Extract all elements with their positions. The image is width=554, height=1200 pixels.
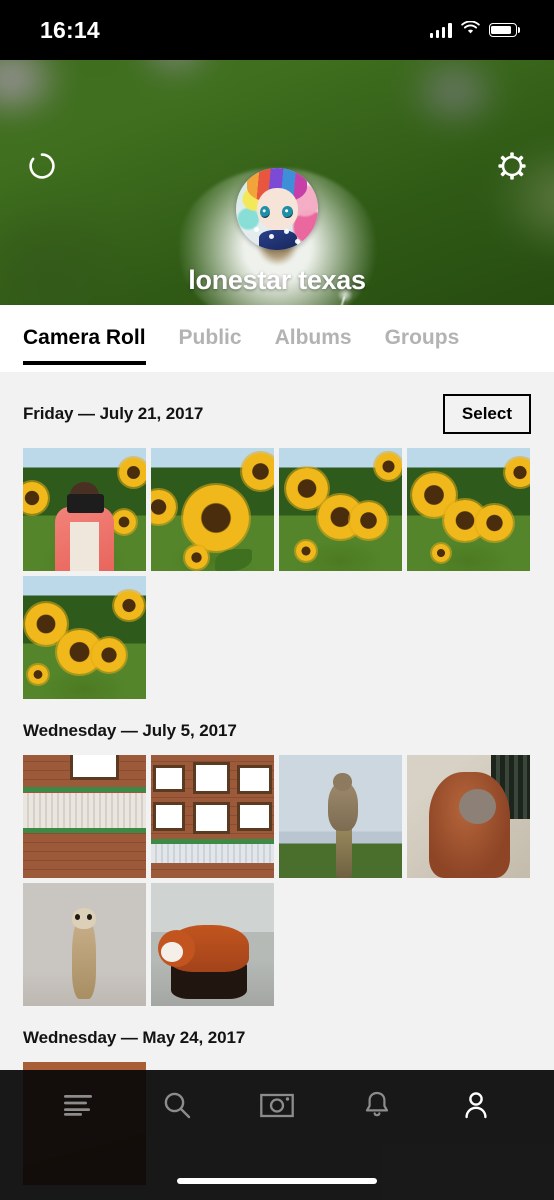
photo-thumbnail[interactable] bbox=[151, 883, 274, 1006]
date-label: Wednesday — May 24, 2017 bbox=[23, 1028, 246, 1047]
profile-icon[interactable] bbox=[452, 1083, 500, 1127]
search-icon[interactable] bbox=[153, 1083, 201, 1127]
date-section-header: Wednesday — July 5, 2017 bbox=[0, 699, 554, 755]
select-button[interactable]: Select bbox=[442, 394, 531, 434]
photo-thumbnail[interactable] bbox=[279, 448, 402, 571]
tab-camera-roll[interactable]: Camera Roll bbox=[23, 326, 146, 365]
photo-thumbnail[interactable] bbox=[23, 576, 146, 699]
photo-grid bbox=[0, 755, 554, 1006]
photo-thumbnail[interactable] bbox=[151, 448, 274, 571]
gear-icon[interactable] bbox=[492, 146, 532, 186]
date-label: Friday — July 21, 2017 bbox=[23, 404, 204, 423]
cellular-signal-icon bbox=[429, 22, 452, 38]
tab-bar: Camera Roll Public Albums Groups bbox=[0, 305, 554, 372]
battery-icon bbox=[488, 23, 520, 37]
status-bar-icons bbox=[429, 20, 520, 40]
tab-public[interactable]: Public bbox=[179, 326, 242, 352]
tab-albums[interactable]: Albums bbox=[275, 326, 352, 352]
date-label: Wednesday — July 5, 2017 bbox=[23, 721, 237, 740]
profile-header: lonestar texas 288 Followers—153 Followi… bbox=[0, 60, 554, 305]
photo-thumbnail[interactable] bbox=[407, 448, 530, 571]
photo-thumbnail[interactable] bbox=[151, 755, 274, 878]
refresh-circle-icon[interactable] bbox=[22, 146, 62, 186]
photo-thumbnail[interactable] bbox=[279, 755, 402, 878]
avatar[interactable] bbox=[236, 168, 318, 250]
avatar-image bbox=[236, 168, 318, 250]
photo-thumbnail[interactable] bbox=[407, 755, 530, 878]
camera-icon[interactable] bbox=[253, 1083, 301, 1127]
menu-icon[interactable] bbox=[54, 1083, 102, 1127]
status-bar-time: 16:14 bbox=[40, 16, 100, 43]
page-title: lonestar texas bbox=[188, 265, 366, 295]
photo-thumbnail[interactable] bbox=[23, 755, 146, 878]
photo-thumbnail[interactable] bbox=[23, 883, 146, 1006]
date-section-header: Friday — July 21, 2017 Select bbox=[0, 372, 554, 448]
wifi-icon bbox=[460, 20, 480, 40]
photo-thumbnail[interactable] bbox=[23, 448, 146, 571]
bell-icon[interactable] bbox=[353, 1083, 401, 1127]
tab-groups[interactable]: Groups bbox=[385, 326, 460, 352]
photo-grid bbox=[0, 448, 554, 699]
status-bar: 16:14 bbox=[0, 0, 554, 60]
date-section-header: Wednesday — May 24, 2017 bbox=[0, 1006, 554, 1062]
bottom-nav-icons bbox=[0, 1070, 554, 1140]
home-indicator bbox=[177, 1178, 377, 1184]
bottom-navigation-bar bbox=[0, 1070, 554, 1200]
